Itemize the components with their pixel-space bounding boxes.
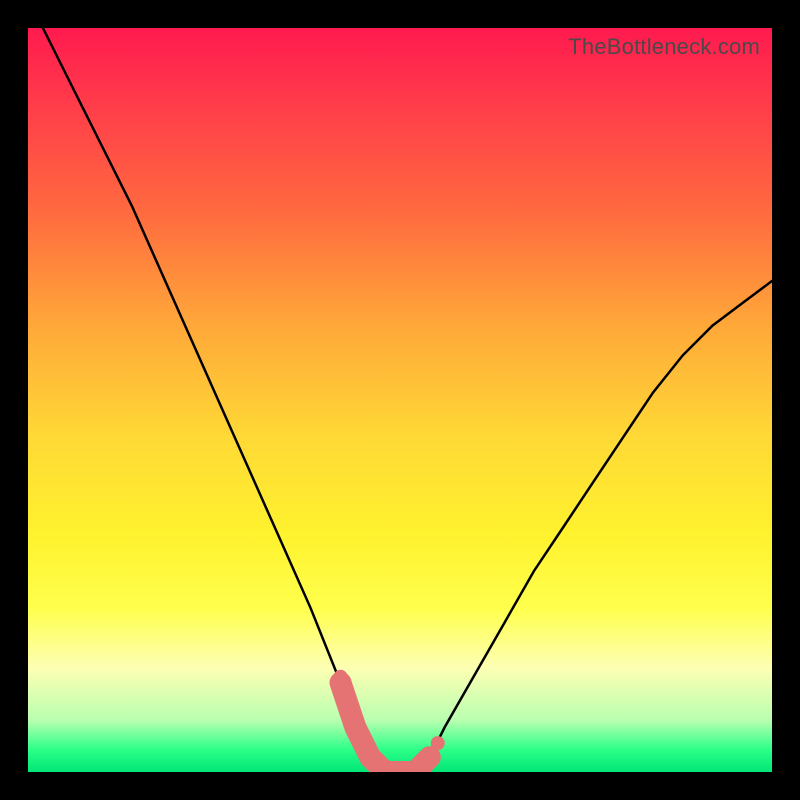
watermark-text: TheBottleneck.com xyxy=(568,34,760,60)
bottleneck-curve-svg xyxy=(28,28,772,772)
curve-path xyxy=(43,28,772,772)
ideal-zone-marker xyxy=(341,683,430,772)
chart-frame: TheBottleneck.com xyxy=(28,28,772,772)
ideal-dot-left xyxy=(333,670,347,684)
ideal-dot-right xyxy=(431,736,445,750)
